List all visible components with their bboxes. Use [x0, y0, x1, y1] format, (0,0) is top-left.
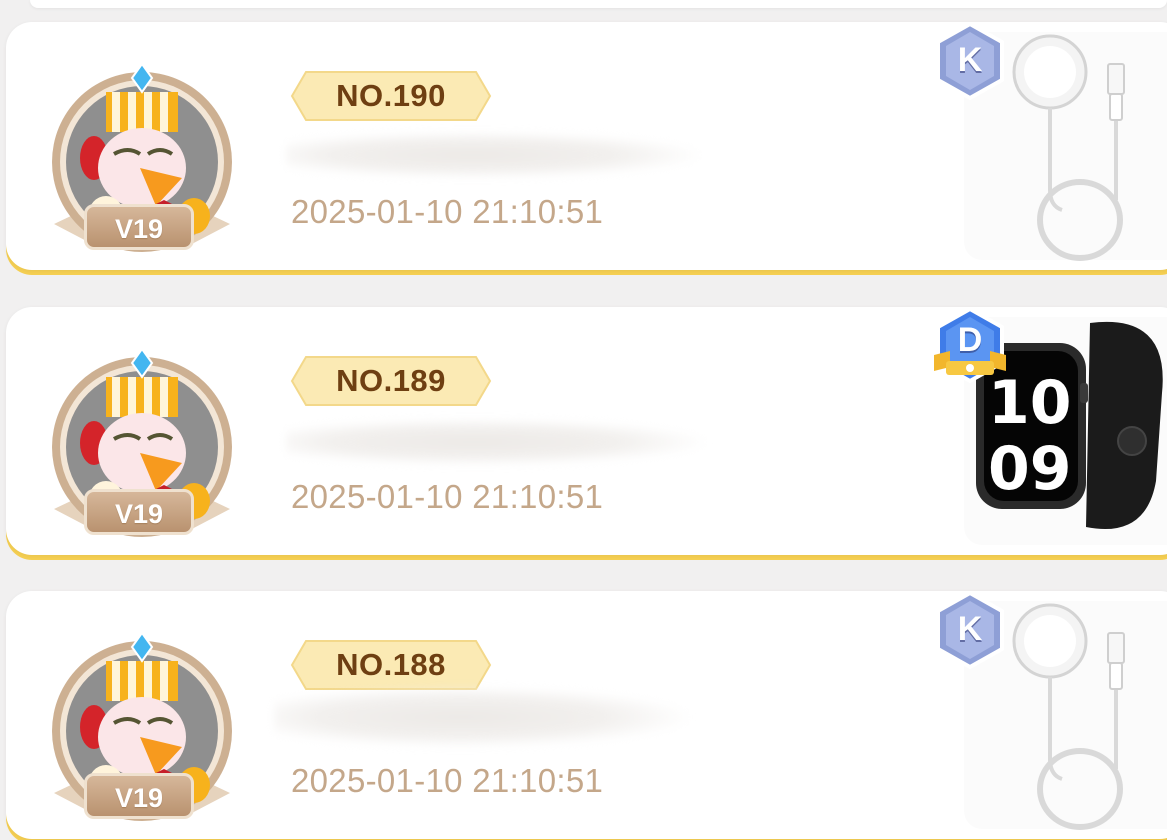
- rank-tag: NO.189: [290, 355, 492, 407]
- rank-tag: NO.190: [290, 70, 492, 122]
- svg-text:09: 09: [988, 434, 1072, 504]
- record-card[interactable]: V19 NO.188 2025-01-10 21:10:51 K: [6, 591, 1167, 839]
- record-card[interactable]: V19 NO.190 2025-01-10 21:10:51 K: [6, 22, 1167, 270]
- grade-badge: D: [932, 307, 1006, 387]
- record-card[interactable]: V19 NO.189 2025-01-10 21:10:51 10 09 D: [6, 307, 1167, 555]
- grade-badge: K: [934, 22, 1006, 102]
- rank-number: NO.190: [336, 78, 446, 113]
- avatar: V19: [44, 625, 240, 825]
- rank-number: NO.188: [336, 647, 446, 682]
- charging-cable-icon: [996, 599, 1146, 840]
- level-badge: V19: [84, 773, 194, 819]
- avatar: V19: [44, 341, 240, 541]
- grade-letter: K: [957, 41, 983, 79]
- rank-number: NO.189: [336, 363, 446, 398]
- timestamp: 2025-01-10 21:10:51: [291, 193, 604, 230]
- previous-card-edge: [30, 0, 1167, 8]
- avatar: V19: [44, 56, 240, 256]
- grade-letter: D: [957, 321, 983, 359]
- grade-letter: K: [957, 610, 983, 648]
- blurred-username: [286, 419, 706, 465]
- blurred-username: [274, 687, 689, 747]
- grade-badge: K: [934, 591, 1006, 671]
- level-badge: V19: [84, 204, 194, 250]
- level-badge: V19: [84, 489, 194, 535]
- rank-tag: NO.188: [290, 639, 492, 691]
- charging-cable-icon: [996, 30, 1146, 271]
- timestamp: 2025-01-10 21:10:51: [291, 762, 604, 799]
- timestamp: 2025-01-10 21:10:51: [291, 478, 604, 515]
- blurred-username: [286, 132, 701, 178]
